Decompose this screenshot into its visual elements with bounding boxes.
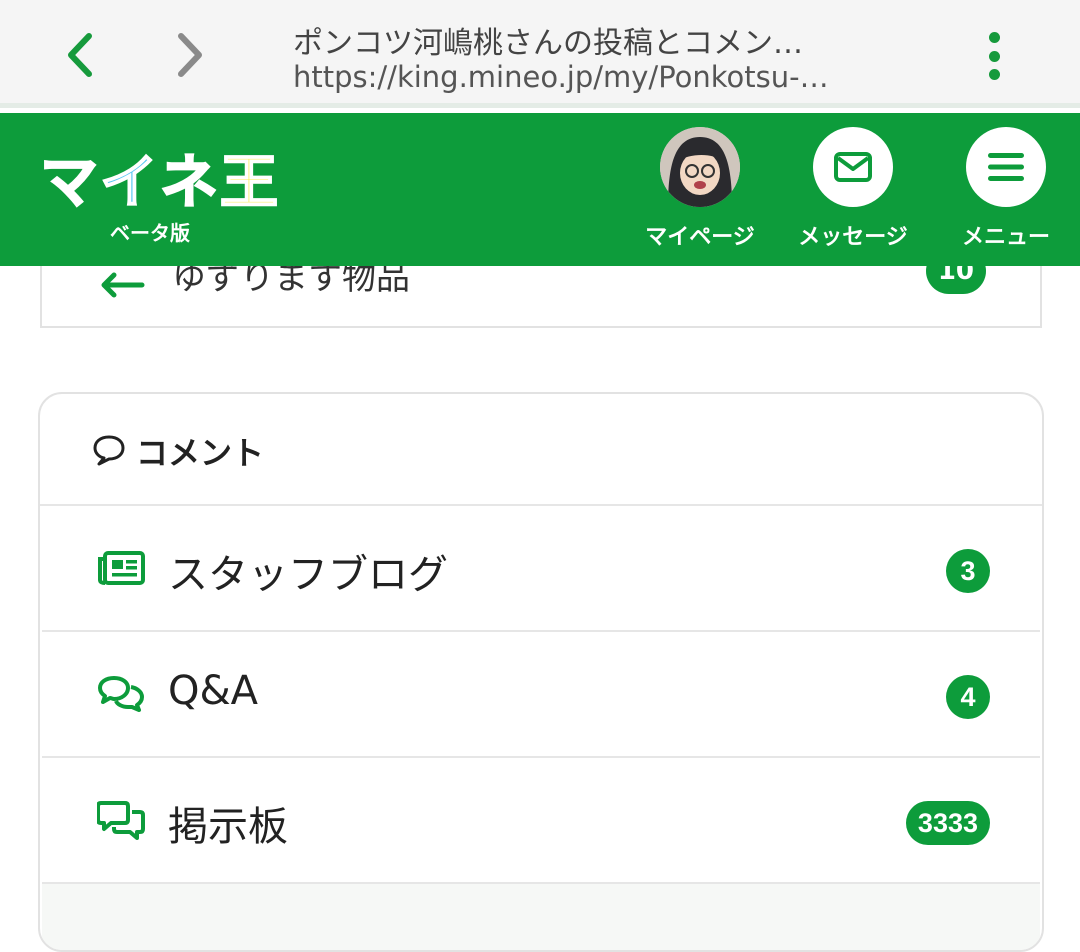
menu-label: メニュー (961, 225, 1050, 250)
comment-row-staff-blog[interactable]: スタッフブログ 3 (42, 506, 1040, 632)
row-icon-wrap (96, 800, 146, 840)
row-label: スタッフブログ (168, 552, 448, 598)
logo-subtitle: ベータ版 (110, 221, 190, 245)
comment-row-board[interactable]: 掲示板 3333 (42, 758, 1040, 884)
logo-char: 王 (219, 148, 279, 216)
list-item[interactable] (42, 884, 1040, 950)
forward-button[interactable] (165, 30, 215, 80)
site-header: マ イ ネ 王 ベータ版 マイページ メッセージ メニュー (0, 113, 1080, 266)
avatar-image-icon (660, 127, 740, 207)
more-options-button[interactable] (972, 28, 1016, 84)
menu-button[interactable]: メニュー (941, 127, 1071, 257)
speech-bubble-icon (93, 435, 125, 466)
avatar (660, 127, 740, 207)
page-title[interactable]: ポンコツ河嶋桃さんの投稿とコメン… (293, 18, 853, 62)
newspaper-icon (98, 551, 145, 585)
menu-icon-circle (966, 127, 1046, 207)
kebab-dot-icon (988, 32, 1000, 43)
count-badge: 3333 (905, 801, 990, 845)
row-icon-wrap (96, 674, 146, 714)
logo-char: マ (39, 148, 99, 216)
message-icon-circle (813, 127, 893, 207)
section-title: コメント (136, 434, 265, 472)
logo-char: ネ (159, 148, 219, 216)
logo[interactable]: マ イ ネ 王 ベータ版 (39, 137, 279, 247)
logo-char: イ (99, 148, 159, 216)
chevron-right-icon (178, 33, 202, 77)
comment-row-qa[interactable]: Q&A 4 (42, 632, 1040, 758)
envelope-icon (834, 152, 872, 182)
kebab-dot-icon (988, 50, 1000, 62)
page-url[interactable]: https://king.mineo.jp/my/Ponkotsu-… (293, 60, 853, 94)
hamburger-icon (988, 153, 1024, 181)
row-icon-wrap (96, 548, 146, 588)
browser-toolbar: ポンコツ河嶋桃さんの投稿とコメン… https://king.mineo.jp/… (0, 0, 1080, 108)
board-chat-icon (97, 801, 145, 840)
row-label: 掲示板 (168, 804, 288, 850)
row-label: Q&A (168, 668, 259, 714)
comment-card: コメント スタッフブログ 3 Q&A 4 掲示板 3333 (38, 392, 1044, 952)
count-badge: 4 (946, 675, 990, 719)
message-label: メッセージ (798, 225, 908, 250)
card-header: コメント (40, 394, 1042, 506)
count-badge: 3 (946, 549, 990, 593)
chat-bubbles-icon (98, 676, 144, 712)
kebab-dot-icon (988, 69, 1000, 80)
message-button[interactable]: メッセージ (788, 127, 918, 257)
back-button[interactable] (55, 30, 105, 80)
chevron-left-icon (68, 33, 92, 77)
mypage-label: マイページ (645, 225, 755, 250)
mypage-button[interactable]: マイページ (635, 127, 765, 257)
